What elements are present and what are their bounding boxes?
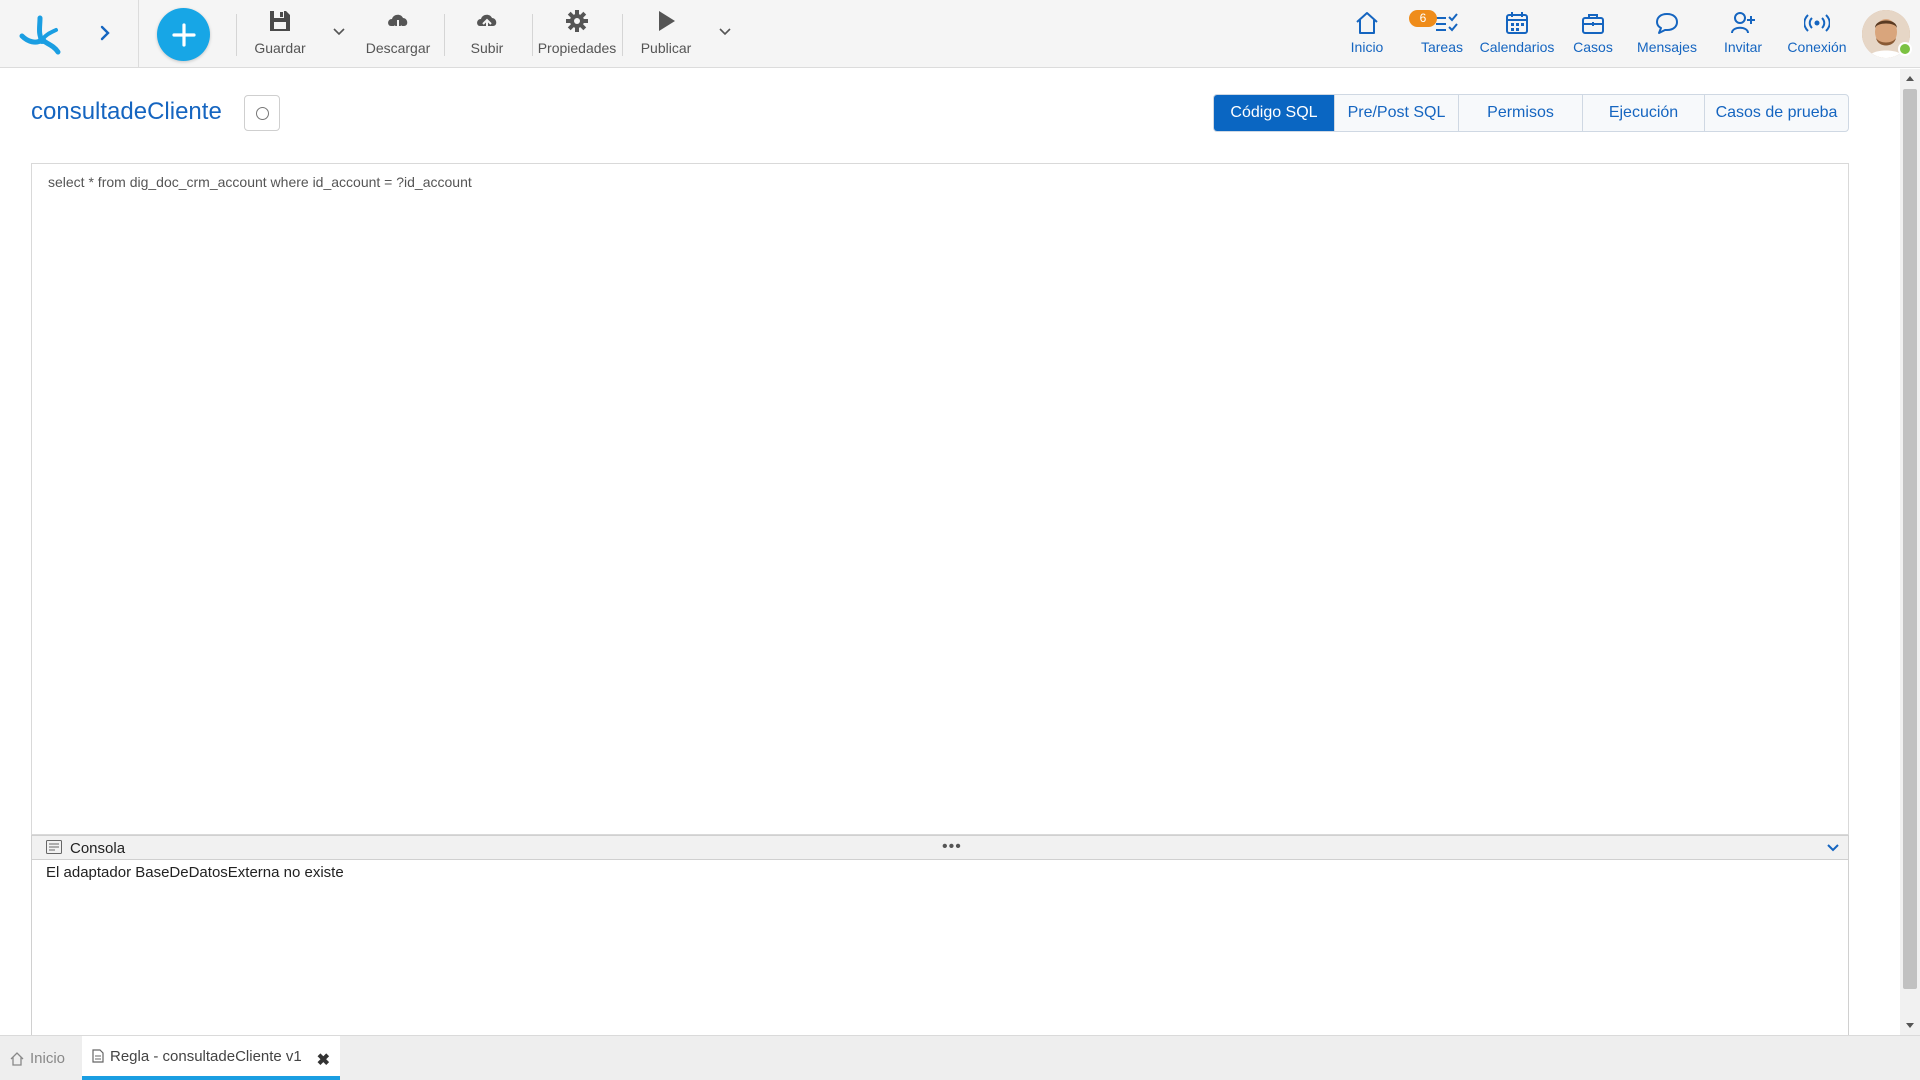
home-icon bbox=[10, 1051, 24, 1066]
nav-home[interactable]: Inicio bbox=[1348, 10, 1386, 60]
chat-bubble-icon bbox=[1656, 13, 1678, 34]
code-line[interactable]: select * from dig_doc_crm_account where … bbox=[48, 174, 472, 190]
scrollbar-thumb[interactable] bbox=[1903, 89, 1917, 989]
briefcase-icon bbox=[1582, 14, 1604, 34]
publish-button[interactable]: Publicar bbox=[638, 8, 694, 60]
nav-connection-label: Conexión bbox=[1787, 39, 1847, 55]
nav-tasks-label: Tareas bbox=[1420, 39, 1464, 55]
bottom-tab-home[interactable]: Inicio bbox=[10, 1036, 65, 1080]
gear-icon bbox=[566, 10, 588, 32]
page-scrollbar[interactable] bbox=[1900, 69, 1920, 1035]
toolbar-divider bbox=[236, 14, 237, 56]
nav-tasks[interactable]: 6 Tareas bbox=[1409, 10, 1466, 60]
nav-invite-label: Invitar bbox=[1723, 39, 1763, 55]
add-user-icon bbox=[1731, 12, 1755, 34]
close-tab-icon[interactable]: ✖ bbox=[317, 1050, 330, 1070]
cloud-upload-icon bbox=[477, 14, 497, 32]
nav-messages-label: Mensajes bbox=[1637, 39, 1697, 55]
download-label: Descargar bbox=[365, 40, 431, 56]
publish-options-dropdown[interactable] bbox=[715, 22, 735, 42]
nav-connection[interactable]: Conexión bbox=[1787, 10, 1847, 60]
console-icon bbox=[46, 840, 62, 854]
publish-label: Publicar bbox=[640, 40, 692, 56]
document-icon bbox=[92, 1049, 104, 1063]
nav-home-label: Inicio bbox=[1350, 39, 1384, 55]
nav-invite[interactable]: Invitar bbox=[1722, 10, 1764, 60]
toolbar-divider bbox=[444, 14, 445, 56]
calendar-icon bbox=[1506, 12, 1528, 34]
console-panel: Consola ••• El adaptador BaseDeDatosExte… bbox=[31, 835, 1849, 1045]
tab-pre-post-sql[interactable]: Pre/Post SQL bbox=[1335, 95, 1459, 131]
tasks-badge: 6 bbox=[1409, 10, 1437, 27]
chevron-down-icon bbox=[333, 28, 345, 36]
online-status-indicator bbox=[1898, 42, 1912, 56]
console-header: Consola ••• bbox=[32, 836, 1848, 860]
play-icon bbox=[659, 11, 675, 31]
nav-calendars-label: Calendarios bbox=[1479, 39, 1555, 55]
app-logo-icon[interactable] bbox=[16, 10, 64, 58]
save-label: Guardar bbox=[254, 40, 306, 56]
toolbar-divider bbox=[138, 0, 139, 68]
plus-icon bbox=[171, 22, 196, 47]
nav-calendars[interactable]: Calendarios bbox=[1480, 10, 1554, 60]
console-resize-handle[interactable]: ••• bbox=[942, 838, 962, 856]
tab-permissions[interactable]: Permisos bbox=[1459, 95, 1583, 131]
download-button[interactable]: Descargar bbox=[366, 8, 430, 60]
bottom-tab-bar: Inicio Regla - consultadeCliente v1 ✖ bbox=[0, 1035, 1920, 1080]
broadcast-signal-icon bbox=[1804, 14, 1830, 32]
sql-code-editor[interactable]: select * from dig_doc_crm_account where … bbox=[31, 163, 1849, 835]
bottom-tab-home-label: Inicio bbox=[30, 1050, 66, 1067]
page-title: consultadeCliente bbox=[31, 98, 222, 125]
cloud-download-icon bbox=[388, 14, 408, 32]
chevron-down-icon[interactable] bbox=[1824, 839, 1842, 857]
circle-icon bbox=[255, 106, 269, 120]
tab-test-cases[interactable]: Casos de prueba bbox=[1705, 95, 1848, 131]
bottom-tab-rule-label: Regla - consultadeCliente v1 bbox=[110, 1047, 302, 1065]
tasks-checklist-icon bbox=[1436, 13, 1458, 32]
nav-cases-label: Casos bbox=[1573, 39, 1613, 55]
toolbar-divider bbox=[532, 14, 533, 56]
console-title: Consola bbox=[70, 840, 126, 857]
scroll-up-arrow-icon[interactable] bbox=[1900, 69, 1920, 87]
properties-label: Propiedades bbox=[537, 40, 617, 56]
expand-menu-button[interactable] bbox=[90, 18, 120, 48]
add-button[interactable] bbox=[157, 8, 210, 61]
floppy-disk-icon bbox=[270, 11, 290, 31]
save-button[interactable]: Guardar bbox=[252, 8, 308, 60]
properties-button[interactable]: Propiedades bbox=[538, 8, 616, 60]
save-options-dropdown[interactable] bbox=[329, 22, 349, 42]
chevron-down-icon bbox=[719, 28, 731, 36]
chevron-right-icon bbox=[100, 25, 110, 41]
tab-execution[interactable]: Ejecución bbox=[1583, 95, 1705, 131]
upload-label: Subir bbox=[470, 40, 504, 56]
console-message: El adaptador BaseDeDatosExterna no exist… bbox=[46, 864, 344, 881]
home-icon bbox=[1356, 12, 1378, 34]
toolbar-divider bbox=[622, 14, 623, 56]
nav-messages[interactable]: Mensajes bbox=[1636, 10, 1698, 60]
tab-sql-code[interactable]: Código SQL bbox=[1214, 95, 1335, 131]
bottom-tab-rule[interactable]: Regla - consultadeCliente v1 ✖ bbox=[82, 1036, 340, 1080]
editor-tabs: Código SQL Pre/Post SQL Permisos Ejecuci… bbox=[1213, 94, 1849, 132]
upload-button[interactable]: Subir bbox=[466, 8, 508, 60]
status-toggle-button[interactable] bbox=[244, 95, 280, 131]
scroll-down-arrow-icon[interactable] bbox=[1900, 1017, 1920, 1035]
top-toolbar: Guardar Descargar Subir Propiedades Publ… bbox=[0, 0, 1920, 68]
nav-cases[interactable]: Casos bbox=[1572, 10, 1614, 60]
